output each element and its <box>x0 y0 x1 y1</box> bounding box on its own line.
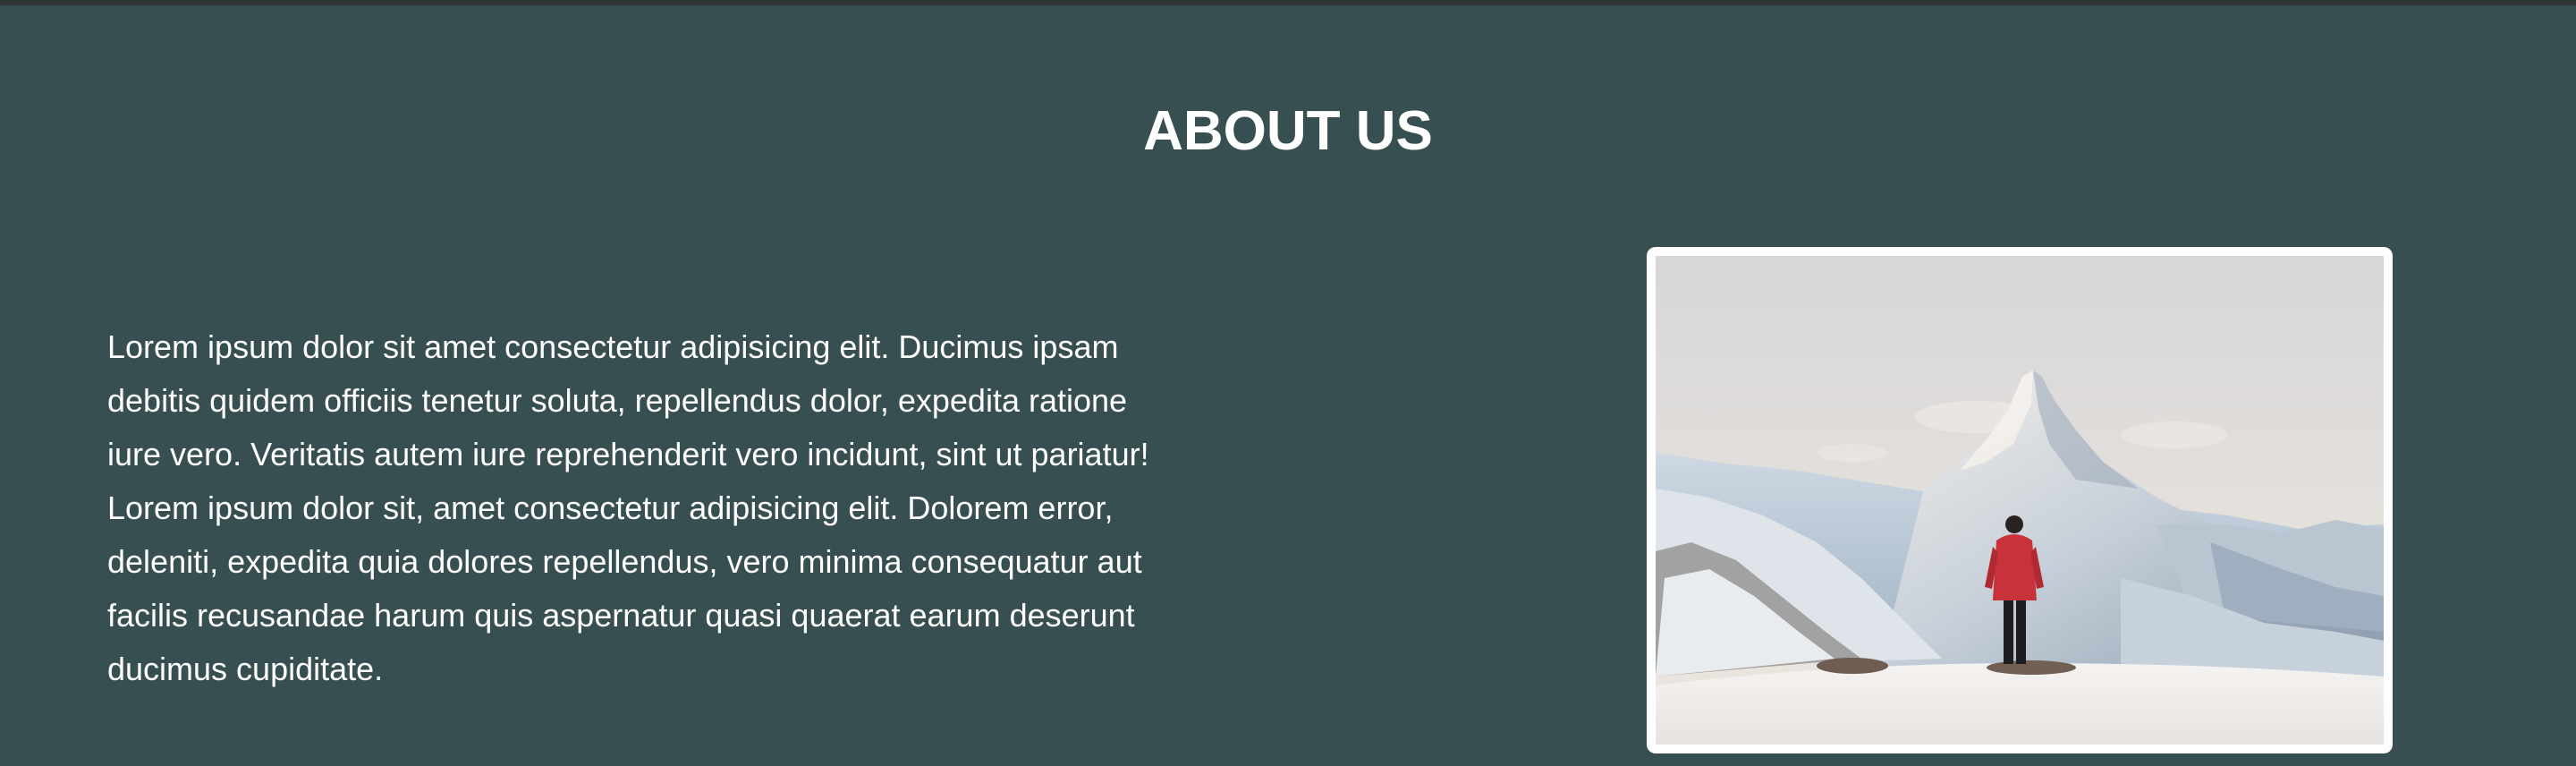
about-paragraph: Lorem ipsum dolor sit amet consectetur a… <box>107 328 1149 687</box>
about-section: ABOUT US Lorem ipsum dolor sit amet cons… <box>0 5 2576 766</box>
about-image <box>1647 247 2393 753</box>
mountain-hiker-illustration <box>1656 256 2384 745</box>
section-title: ABOUT US <box>1143 100 1433 162</box>
